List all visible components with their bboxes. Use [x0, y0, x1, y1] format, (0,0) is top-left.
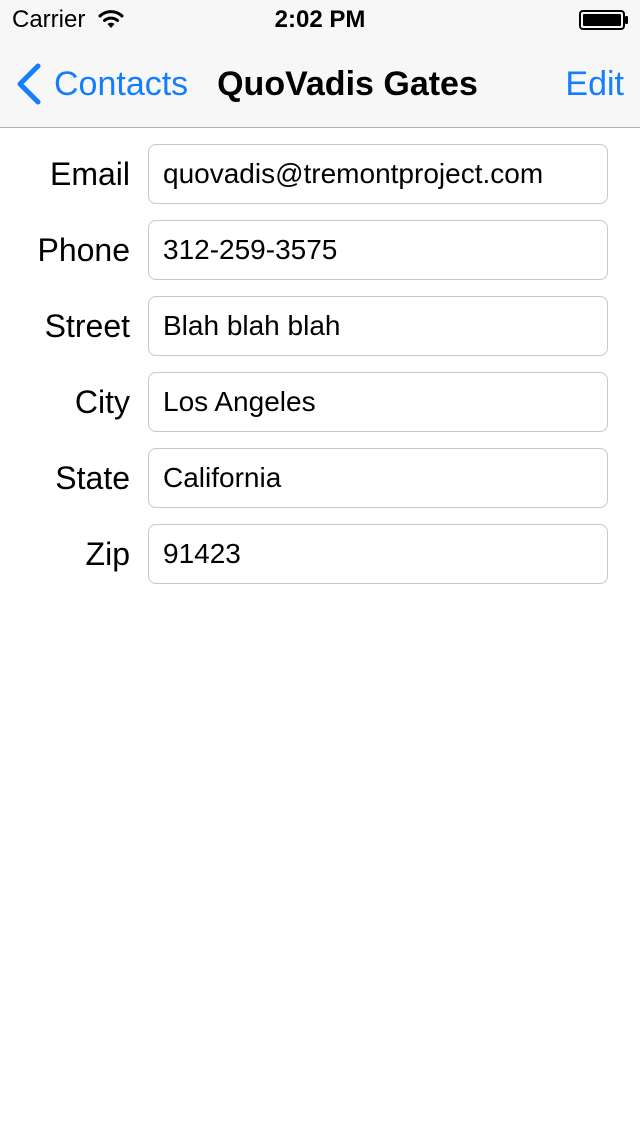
top-bar: Carrier 2:02 PM Contacts QuoVadis Gates: [0, 0, 640, 128]
form-row-phone: Phone: [0, 220, 640, 280]
contact-form: Email Phone Street City State Zip: [0, 144, 640, 600]
city-label: City: [74, 384, 130, 420]
status-bar: Carrier 2:02 PM: [0, 0, 640, 40]
form-row-zip: Zip: [0, 524, 640, 584]
zip-label: Zip: [85, 536, 130, 572]
page-title: QuoVadis Gates: [217, 65, 478, 103]
contact-detail-screen: Carrier 2:02 PM Contacts QuoVadis Gates: [0, 0, 640, 1136]
form-row-city: City: [0, 372, 640, 432]
phone-label: Phone: [37, 232, 130, 268]
navigation-bar: Contacts QuoVadis Gates Edit: [0, 40, 640, 128]
email-label: Email: [49, 156, 130, 192]
state-label: State: [55, 460, 130, 496]
phone-field[interactable]: [148, 220, 608, 280]
state-field[interactable]: [148, 448, 608, 508]
status-time: 2:02 PM: [274, 6, 366, 33]
city-field[interactable]: [148, 372, 608, 432]
form-row-email: Email: [0, 144, 640, 204]
street-field[interactable]: [148, 296, 608, 356]
chevron-left-icon: [17, 63, 41, 105]
email-field[interactable]: [148, 144, 608, 204]
edit-button[interactable]: Edit: [565, 62, 624, 106]
zip-field[interactable]: [148, 524, 608, 584]
form-row-state: State: [0, 448, 640, 508]
form-row-street: Street: [0, 296, 640, 356]
battery-icon: [579, 10, 628, 30]
street-label: Street: [44, 308, 130, 344]
